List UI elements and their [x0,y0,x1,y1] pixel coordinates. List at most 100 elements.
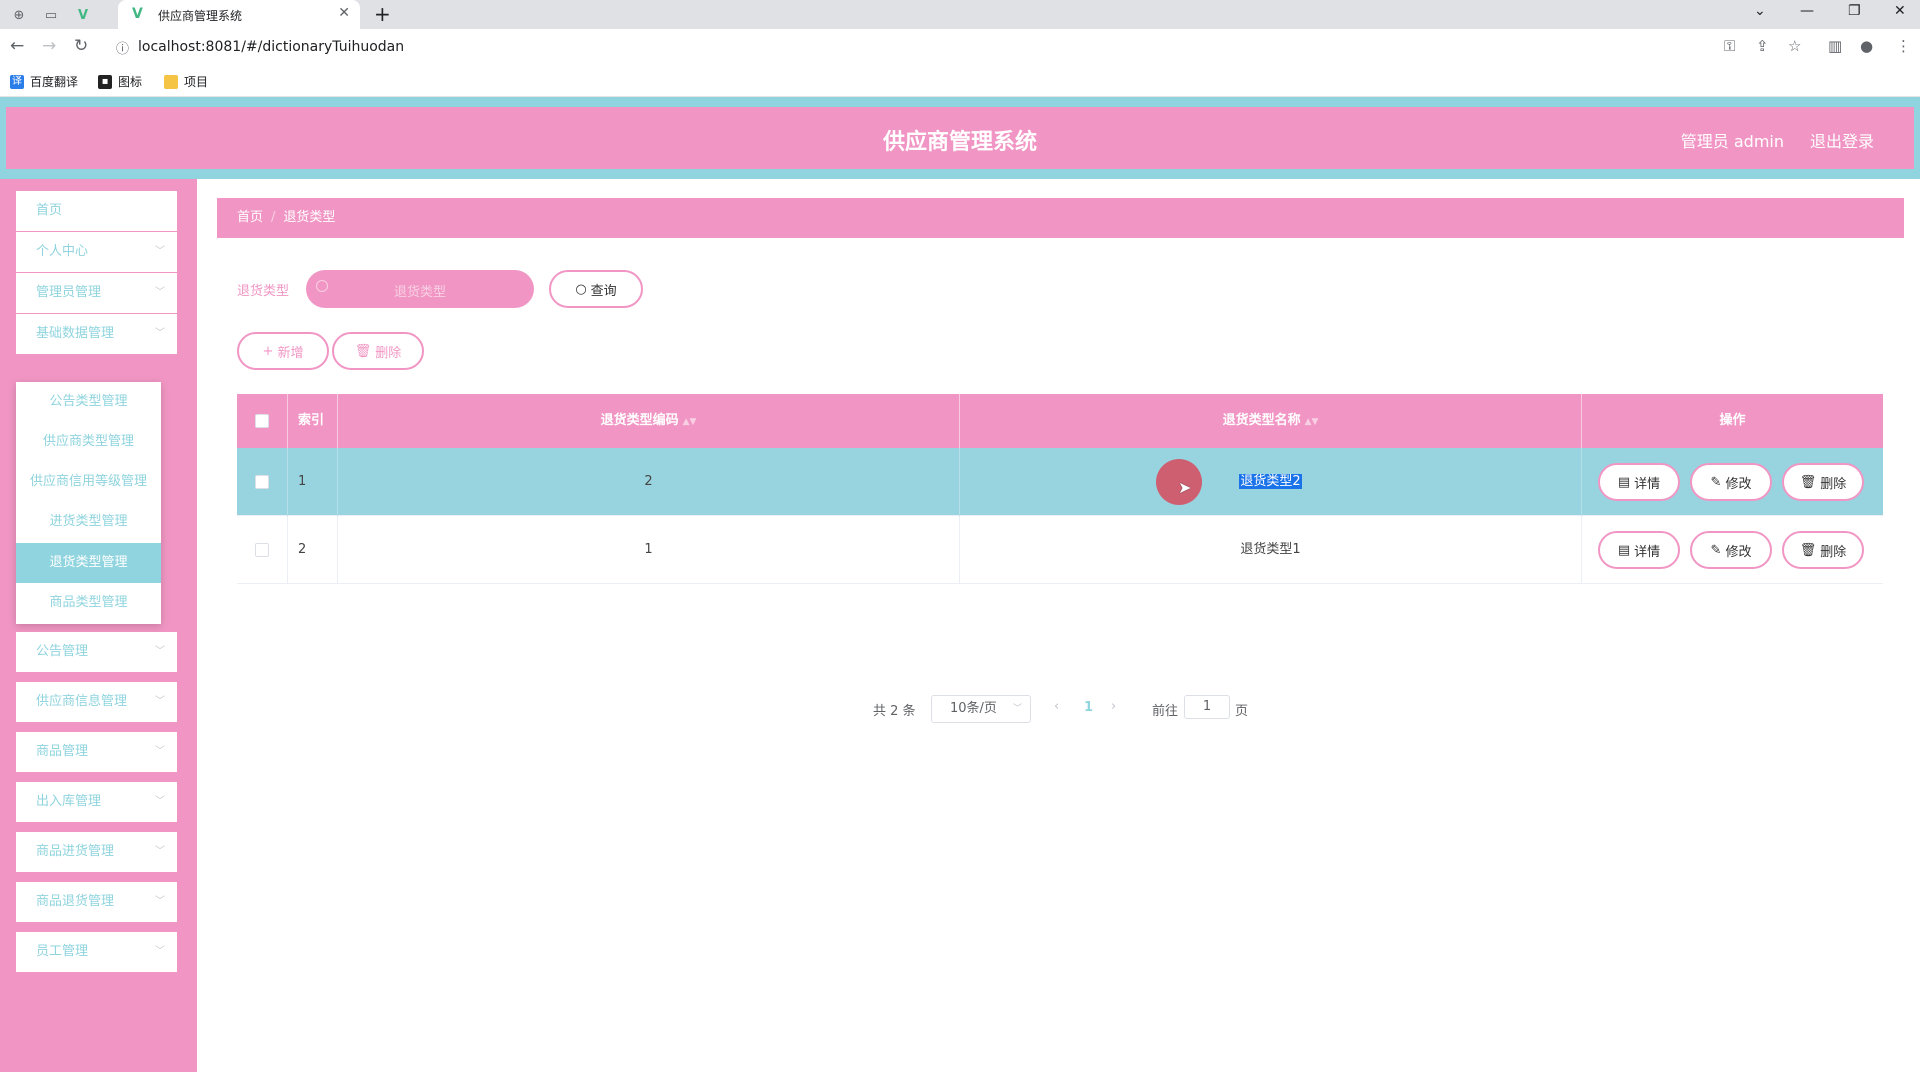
mouse-pointer-icon: ➤ [1178,478,1192,497]
search-input[interactable]: 退货类型 [306,270,534,308]
cell-code: 2 [338,448,960,516]
current-user: 管理员 admin [1680,132,1784,151]
edit-button[interactable]: ✎ 修改 [1690,463,1772,501]
url-text[interactable]: localhost:8081/#/dictionaryTuihuodan [138,39,404,55]
active-tab[interactable]: V 供应商管理系统 ✕ [118,0,360,29]
pagination-total: 共 2 条 [873,704,916,719]
query-button[interactable]: ○ 查询 [549,270,643,308]
submenu-supplier-type[interactable]: 供应商类型管理 [16,422,161,462]
sidebar-item-supplier-info[interactable]: 供应商信息管理 ﹀ [16,682,177,722]
sidebar-item-staff[interactable]: 员工管理 ﹀ [16,932,177,972]
back-icon[interactable]: ← [10,36,24,56]
goto-label: 前往 [1152,704,1179,719]
reload-icon[interactable]: ↻ [74,36,88,56]
globe-icon[interactable]: ⊕ [8,4,30,26]
chevron-down-icon: ﹀ [155,696,165,707]
vue-favicon-icon: V [132,6,143,22]
sidebar-item-base-data[interactable]: 基础数据管理 ﹀ [16,314,177,354]
chevron-down-icon: ﹀ [155,946,165,957]
chevron-down-icon: ﹀ [155,328,165,339]
col-code[interactable]: 退货类型编码 ▲▼ [338,394,960,448]
menu-icon[interactable]: ⋮ [1896,37,1911,55]
key-icon[interactable]: ⚿ [1724,37,1735,55]
sidebar-item-admin[interactable]: 管理员管理 ﹀ [16,273,177,313]
row-checkbox[interactable] [255,475,269,489]
sidebar: 首页 个人中心 ﹀ 管理员管理 ﹀ 基础数据管理 ﹀ 公告类型管理 供应商类型管理 供… [0,179,197,1072]
document-icon: ▤ [1617,474,1631,490]
app-header: 供应商管理系统 管理员 admin 退出登录 [0,97,1920,179]
sidebar-item-inout[interactable]: 出入库管理 ﹀ [16,782,177,822]
delete-button[interactable]: 🗑 删除 [1782,463,1864,501]
blank-tab-icon[interactable]: ▭ [40,4,62,26]
table-row[interactable]: 2 1 退货类型1 ▤ 详情 ✎ 修改 🗑 删除 [237,516,1883,584]
forward-icon[interactable]: → [42,36,56,56]
close-window-button[interactable]: ✕ [1894,3,1906,19]
submenu-goods-type[interactable]: 商品类型管理 [16,583,161,623]
col-index: 索引 [288,394,338,448]
prev-page-icon[interactable]: ‹ [1054,699,1059,714]
folder-icon [164,74,178,89]
sidebar-item-home[interactable]: 首页 [16,191,177,231]
sort-icon: ▲▼ [1304,417,1319,427]
select-all-checkbox[interactable] [255,414,269,428]
restore-button[interactable]: ❐ [1848,3,1861,19]
sidebar-item-profile[interactable]: 个人中心 ﹀ [16,232,177,272]
goto-page-input[interactable]: 1 [1184,695,1230,719]
address-bar[interactable]: ⓘ localhost:8081/#/dictionaryTuihuodan [106,33,1806,61]
row-checkbox[interactable] [255,543,269,557]
batch-delete-button[interactable]: 🗑 删除 [332,332,424,370]
image-icon: ▪ [98,74,112,89]
search-icon: ○ [575,281,587,297]
new-tab-button[interactable]: + [374,2,391,26]
profile-icon[interactable]: ● [1860,37,1873,55]
translate-icon: 译 [10,74,24,89]
add-button[interactable]: + 新增 [237,332,329,370]
table-row[interactable]: 1 2 退货类型2 ▤ 详情 ✎ 修改 🗑 删除 ➤ [237,448,1883,516]
sidebar-item-return[interactable]: 商品退货管理 ﹀ [16,882,177,922]
chevron-down-icon: ﹀ [155,646,165,657]
share-icon[interactable]: ⇪ [1756,37,1769,55]
submenu-purchase-type[interactable]: 进货类型管理 [16,502,161,542]
next-page-icon[interactable]: › [1111,699,1116,714]
chevron-down-icon: ﹀ [155,896,165,907]
detail-button[interactable]: ▤ 详情 [1598,463,1680,501]
trash-icon: 🗑 [1799,542,1817,558]
vue-icon[interactable]: V [72,4,94,26]
cell-name: 退货类型1 [960,516,1582,584]
submenu-credit-level[interactable]: 供应商信用等级管理 [16,462,161,502]
browser-toolbar: ← → ↻ ⓘ localhost:8081/#/dictionaryTuihu… [0,29,1920,66]
page-size-select[interactable]: 10条/页 ﹀ [931,695,1031,723]
logout-link[interactable]: 退出登录 [1810,128,1874,152]
tab-search-icon[interactable]: ⌄ [1754,3,1766,19]
cell-index: 2 [288,516,338,584]
chevron-down-icon: ﹀ [1012,704,1022,714]
submenu-notice-type[interactable]: 公告类型管理 [16,382,161,422]
bookmark-icons[interactable]: ▪ 图标 [98,73,142,90]
browser-tabstrip: ⊕ ▭ V V 供应商管理系统 ✕ + ⌄ — ❐ ✕ [0,0,1920,29]
pencil-icon: ✎ [1710,474,1722,490]
col-ops: 操作 [1719,413,1746,428]
page-number-current[interactable]: 1 [1084,700,1093,715]
close-tab-icon[interactable]: ✕ [338,5,350,21]
bookmark-project[interactable]: 项目 [164,73,208,90]
sidebar-item-purchase[interactable]: 商品进货管理 ﹀ [16,832,177,872]
pencil-icon: ✎ [1710,542,1722,558]
app-root: 供应商管理系统 管理员 admin 退出登录 首页 个人中心 ﹀ 管理员管理 ﹀ 基… [0,97,1920,1072]
main-content: 首页 / 退货类型 退货类型 退货类型 ○ 查询 + 新增 🗑 删除 索引 退货类型编码 ▲… [197,179,1920,1072]
col-name[interactable]: 退货类型名称 ▲▼ [960,394,1582,448]
sidebar-item-notice[interactable]: 公告管理 ﹀ [16,632,177,672]
site-info-icon[interactable]: ⓘ [116,38,129,57]
submenu-return-type[interactable]: 退货类型管理 [16,543,161,583]
breadcrumb-home[interactable]: 首页 [237,210,263,225]
star-icon[interactable]: ☆ [1788,37,1801,55]
chevron-down-icon: ﹀ [155,796,165,807]
edit-button[interactable]: ✎ 修改 [1690,531,1772,569]
sidebar-item-goods[interactable]: 商品管理 ﹀ [16,732,177,772]
detail-button[interactable]: ▤ 详情 [1598,531,1680,569]
search-placeholder: 退货类型 [393,285,446,300]
minimize-button[interactable]: — [1800,3,1814,19]
side-panel-icon[interactable]: ▥ [1828,37,1842,55]
bookmark-baidu-translate[interactable]: 译 百度翻译 [10,73,78,90]
breadcrumb: 首页 / 退货类型 [217,198,1904,238]
delete-button[interactable]: 🗑 删除 [1782,531,1864,569]
